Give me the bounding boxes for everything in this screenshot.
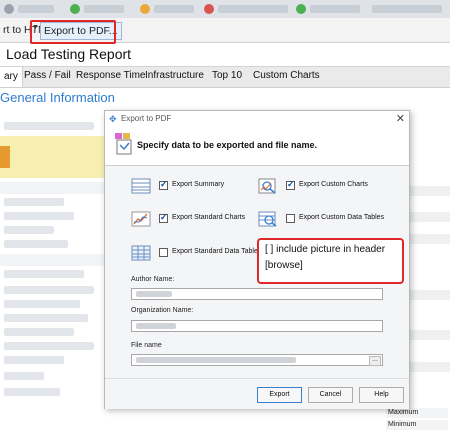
- organization-name-field[interactable]: [131, 320, 383, 332]
- blurred-text: [4, 300, 80, 308]
- export-button[interactable]: Export: [257, 387, 302, 403]
- blurred-text: [4, 328, 74, 336]
- blurred-row: [408, 212, 450, 222]
- export-summary-label: Export Summary: [172, 181, 225, 188]
- export-wizard-icon: [115, 133, 132, 155]
- tab-infrastructure[interactable]: Infrastructure: [145, 70, 204, 81]
- blurred-tab: [310, 5, 360, 13]
- export-standard-data-tables-label: Export Standard Data Tables: [172, 248, 262, 255]
- export-summary-checkbox[interactable]: [159, 179, 168, 190]
- tab-top-10[interactable]: Top 10: [212, 70, 242, 81]
- blurred-row: [408, 330, 450, 340]
- blurred-row: [408, 234, 450, 244]
- export-standard-data-tables-checkbox[interactable]: [159, 248, 168, 257]
- tab-favicon-icon: [140, 4, 150, 14]
- section-title: General Information: [0, 90, 115, 105]
- blurred-text: [4, 240, 68, 248]
- blurred-text: [4, 122, 94, 130]
- blurred-text: [4, 226, 54, 234]
- summary-table-icon: [131, 178, 151, 194]
- export-custom-data-tables-checkbox[interactable]: [286, 214, 295, 223]
- stat-label-maximum: Maximum: [386, 408, 448, 418]
- chart-magnifier-icon: [258, 178, 276, 194]
- blurred-row: [0, 254, 104, 266]
- organization-name-label: Organization Name:: [131, 307, 194, 314]
- blurred-row: [408, 186, 450, 196]
- close-icon[interactable]: ✕: [396, 112, 405, 125]
- blurred-text: [4, 198, 64, 206]
- line-chart-icon: [131, 211, 151, 227]
- blurred-text: [4, 270, 84, 278]
- export-standard-charts-checkbox[interactable]: [159, 212, 168, 223]
- author-name-label: Author Name:: [131, 276, 175, 283]
- tab-pass-fail[interactable]: Pass / Fail: [24, 70, 71, 81]
- tab-favicon-icon: [70, 4, 80, 14]
- browse-file-button[interactable]: …: [369, 356, 381, 366]
- blurred-tab: [218, 5, 288, 13]
- dialog-header: Specify data to be exported and file nam…: [105, 127, 409, 166]
- dialog-titlebar[interactable]: ✥ Export to PDF ✕: [105, 111, 409, 128]
- notice-panel: [0, 136, 104, 178]
- feature-request-callout: [ ] include picture in header [browse]: [257, 238, 404, 284]
- blurred-tab: [154, 5, 194, 13]
- blurred-row: [408, 290, 450, 300]
- app-icon: ✥: [109, 114, 117, 124]
- tab-summary[interactable]: ary: [0, 67, 23, 87]
- tab-custom-charts[interactable]: Custom Charts: [253, 70, 320, 81]
- warning-icon: [0, 146, 10, 168]
- export-pdf-highlight: [30, 20, 116, 44]
- blurred-text: [4, 342, 94, 350]
- blurred-tab: [18, 5, 54, 13]
- tab-favicon-icon: [204, 4, 214, 14]
- file-name-label: File name: [131, 342, 162, 349]
- dialog-footer: Export Cancel Help: [105, 378, 409, 409]
- blurred-tab: [372, 5, 442, 13]
- blurred-value: [136, 357, 296, 363]
- callout-line-1: [ ] include picture in header: [265, 244, 386, 255]
- dialog-title: Export to PDF: [121, 114, 172, 123]
- blurred-text: [4, 372, 44, 380]
- browser-bookmarks-bar: [0, 0, 450, 19]
- blurred-tab: [84, 5, 124, 13]
- callout-line-2: [browse]: [265, 260, 303, 271]
- author-name-field[interactable]: [131, 288, 383, 300]
- export-custom-charts-label: Export Custom Charts: [299, 181, 368, 188]
- report-tabs: ary Pass / Fail Response Time Infrastruc…: [0, 66, 450, 88]
- export-custom-data-tables-label: Export Custom Data Tables: [299, 214, 385, 221]
- blurred-row: [0, 182, 104, 194]
- help-button[interactable]: Help: [359, 387, 404, 403]
- report-title: Load Testing Report: [6, 46, 132, 62]
- blurred-text: [4, 356, 64, 364]
- tab-favicon-icon: [296, 4, 306, 14]
- blurred-value: [136, 323, 176, 329]
- cancel-button[interactable]: Cancel: [308, 387, 353, 403]
- blurred-row: [408, 362, 450, 372]
- blurred-text: [4, 314, 88, 322]
- blurred-value: [136, 291, 172, 297]
- table-magnifier-icon: [258, 211, 277, 227]
- file-name-field[interactable]: …: [131, 354, 383, 366]
- blurred-text: [4, 212, 74, 220]
- export-standard-charts-label: Export Standard Charts: [172, 214, 246, 221]
- tab-favicon-icon: [4, 4, 14, 14]
- grid-table-icon: [131, 245, 151, 261]
- blurred-text: [4, 388, 60, 396]
- blurred-text: [4, 286, 94, 294]
- dialog-instruction: Specify data to be exported and file nam…: [137, 140, 318, 150]
- tab-response-time[interactable]: Response Time: [76, 70, 145, 81]
- stat-label-minimum: Minimum: [386, 420, 448, 430]
- export-custom-charts-checkbox[interactable]: [286, 179, 295, 190]
